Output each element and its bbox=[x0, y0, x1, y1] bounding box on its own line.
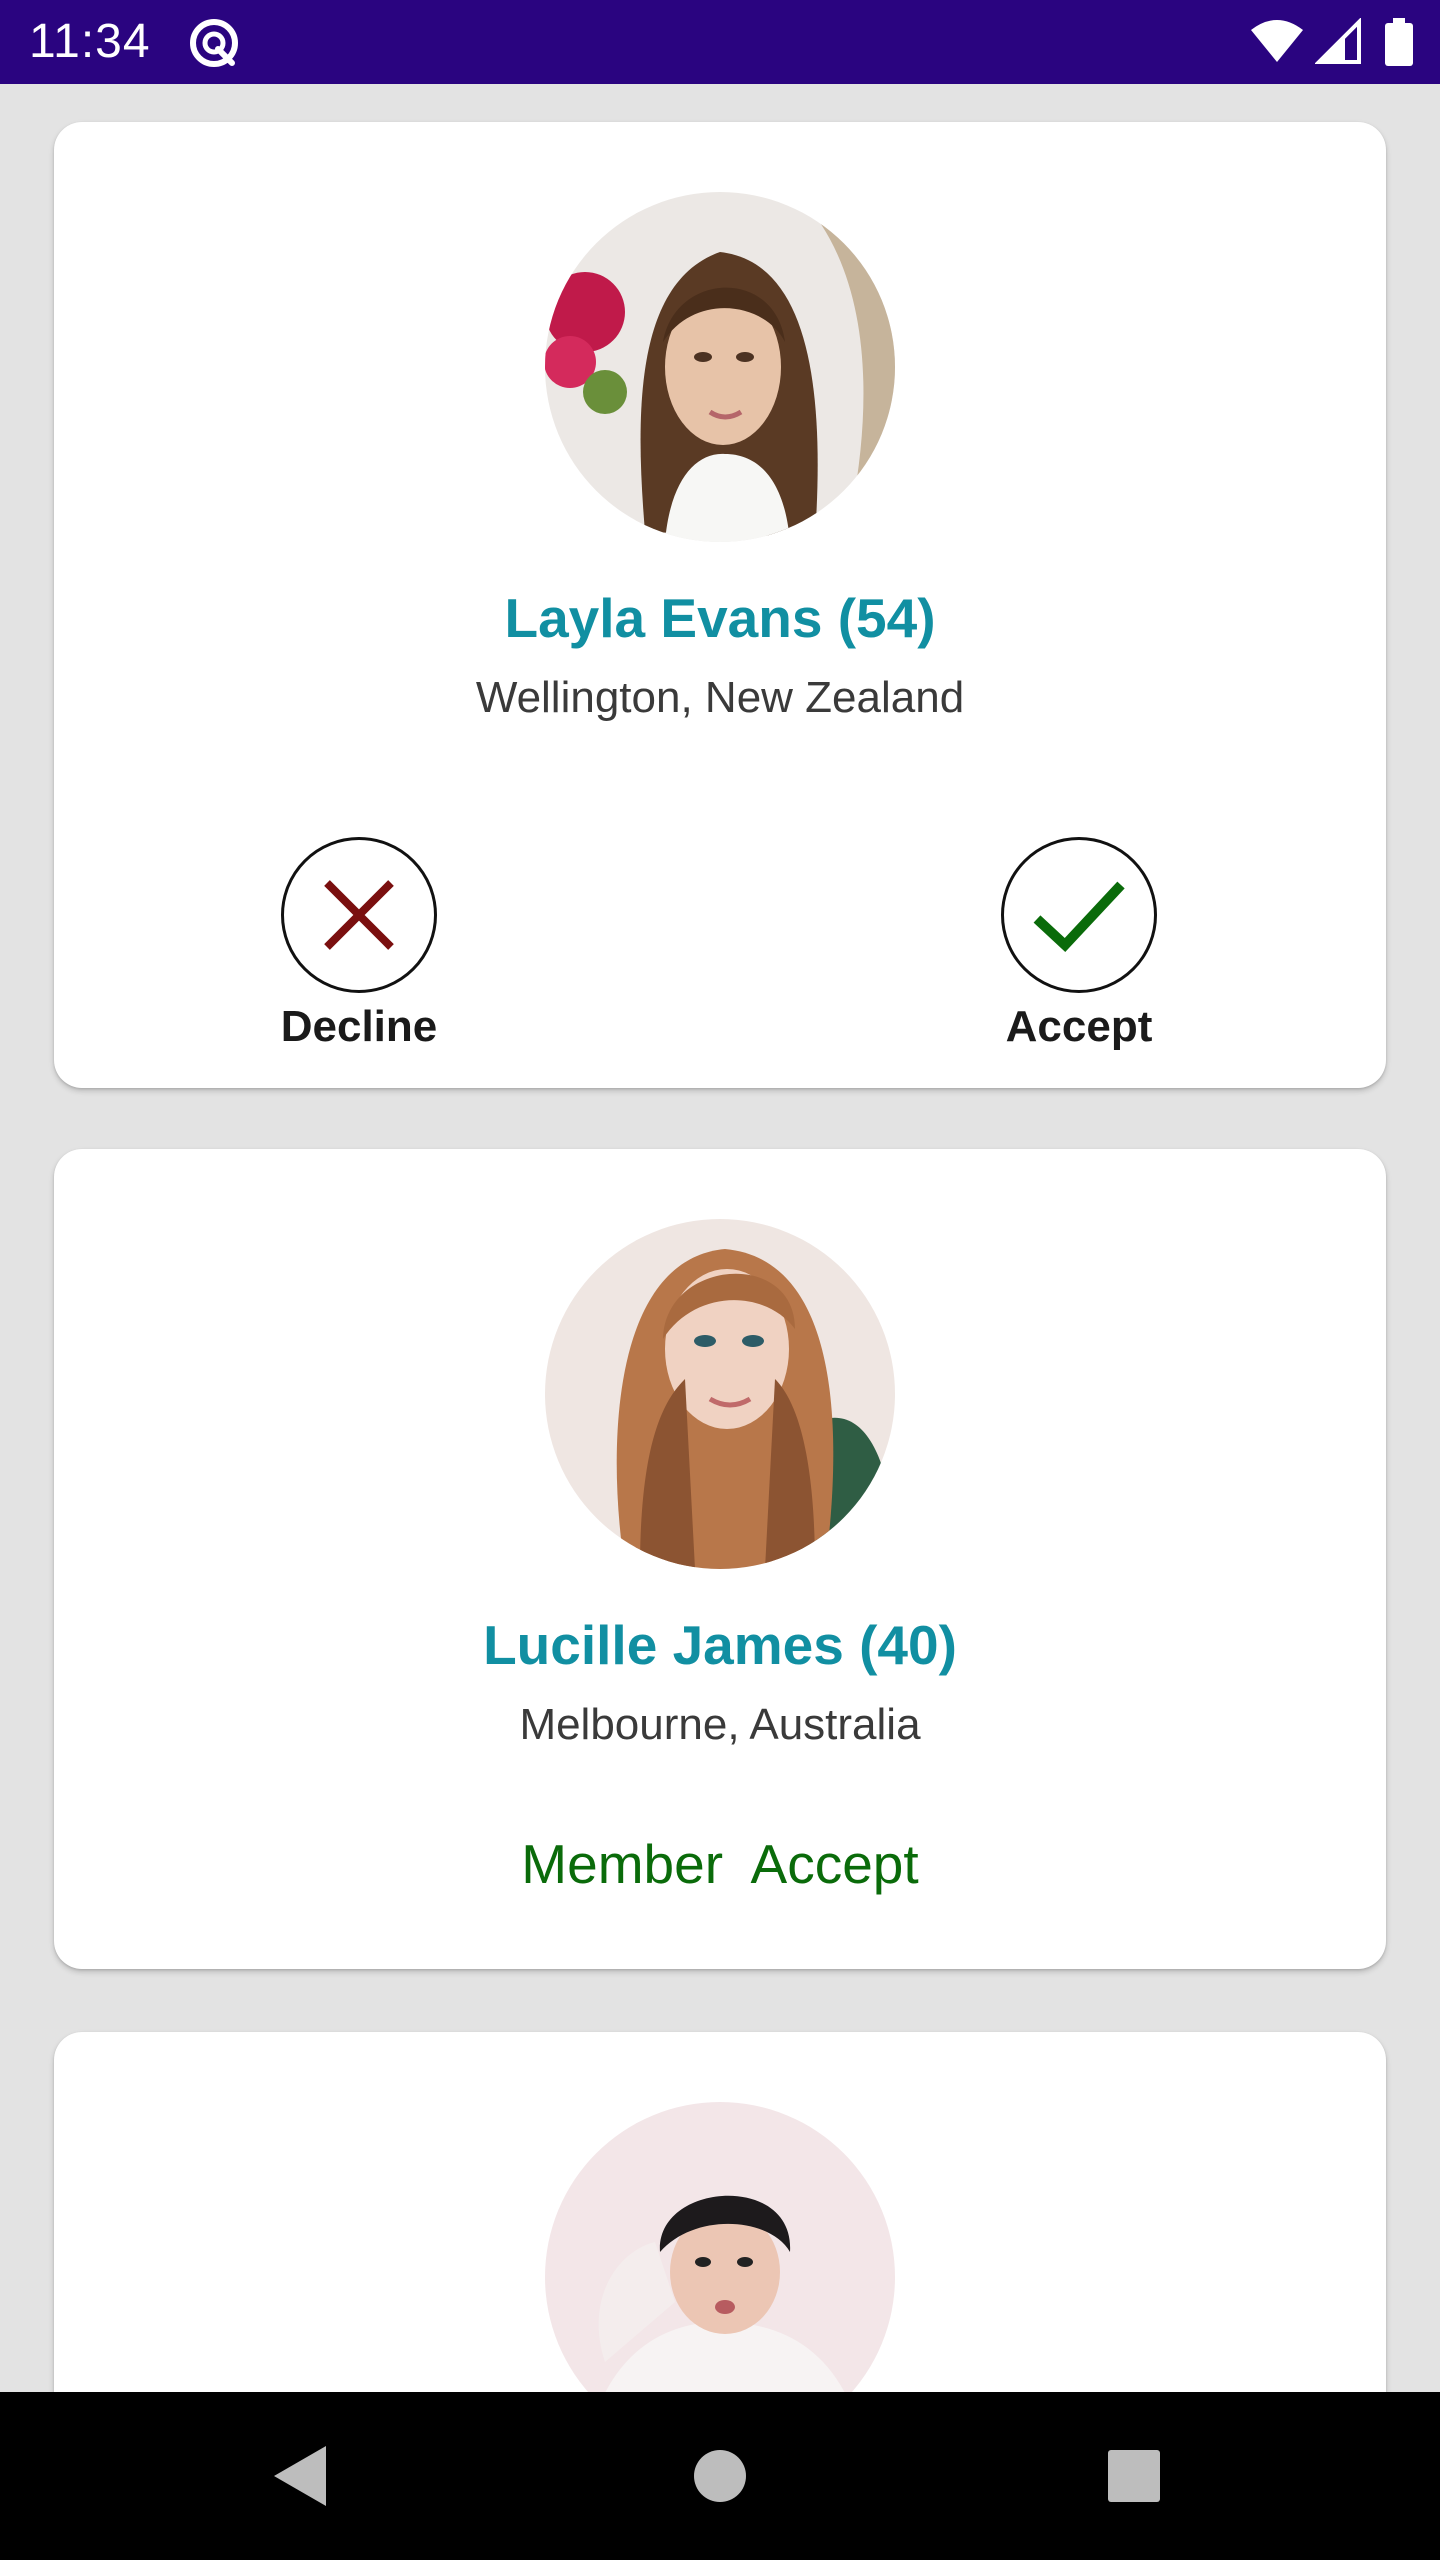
profile-photo bbox=[545, 192, 895, 542]
close-icon bbox=[324, 880, 394, 950]
battery-icon bbox=[1385, 18, 1413, 66]
accept-circle bbox=[1001, 837, 1157, 993]
request-list[interactable]: Layla Evans (54) Wellington, New Zealand… bbox=[0, 84, 1440, 2392]
home-icon[interactable] bbox=[680, 2436, 760, 2516]
app-notification-icon bbox=[190, 19, 238, 67]
member-accept-status: Member Accept bbox=[521, 1833, 919, 1895]
checkmark-icon bbox=[1033, 881, 1125, 953]
request-card bbox=[54, 2032, 1386, 2392]
status-bar: 11:34 bbox=[0, 0, 1440, 84]
wifi-icon bbox=[1251, 20, 1303, 62]
request-card: Lucille James (40) Melbourne, Australia … bbox=[54, 1149, 1386, 1969]
back-icon[interactable] bbox=[260, 2436, 340, 2516]
request-card: Layla Evans (54) Wellington, New Zealand… bbox=[54, 122, 1386, 1088]
recents-icon[interactable] bbox=[1094, 2436, 1174, 2516]
cellular-signal-icon bbox=[1315, 18, 1361, 64]
status-time: 11:34 bbox=[29, 15, 151, 68]
profile-photo bbox=[545, 2102, 895, 2392]
decline-label: Decline bbox=[280, 1002, 438, 1051]
member-location: Wellington, New Zealand bbox=[475, 673, 965, 722]
avatar[interactable] bbox=[545, 1219, 895, 1569]
decline-button[interactable]: Decline bbox=[259, 837, 459, 1053]
decline-circle bbox=[281, 837, 437, 993]
member-name: Layla Evans (54) bbox=[504, 587, 936, 649]
avatar[interactable] bbox=[545, 2102, 895, 2392]
member-location: Melbourne, Australia bbox=[519, 1700, 921, 1749]
accept-label: Accept bbox=[1005, 1002, 1153, 1051]
profile-photo bbox=[545, 1219, 895, 1569]
accept-button[interactable]: Accept bbox=[979, 837, 1179, 1053]
navigation-bar bbox=[0, 2392, 1440, 2560]
member-name: Lucille James (40) bbox=[483, 1614, 957, 1676]
avatar[interactable] bbox=[545, 192, 895, 542]
